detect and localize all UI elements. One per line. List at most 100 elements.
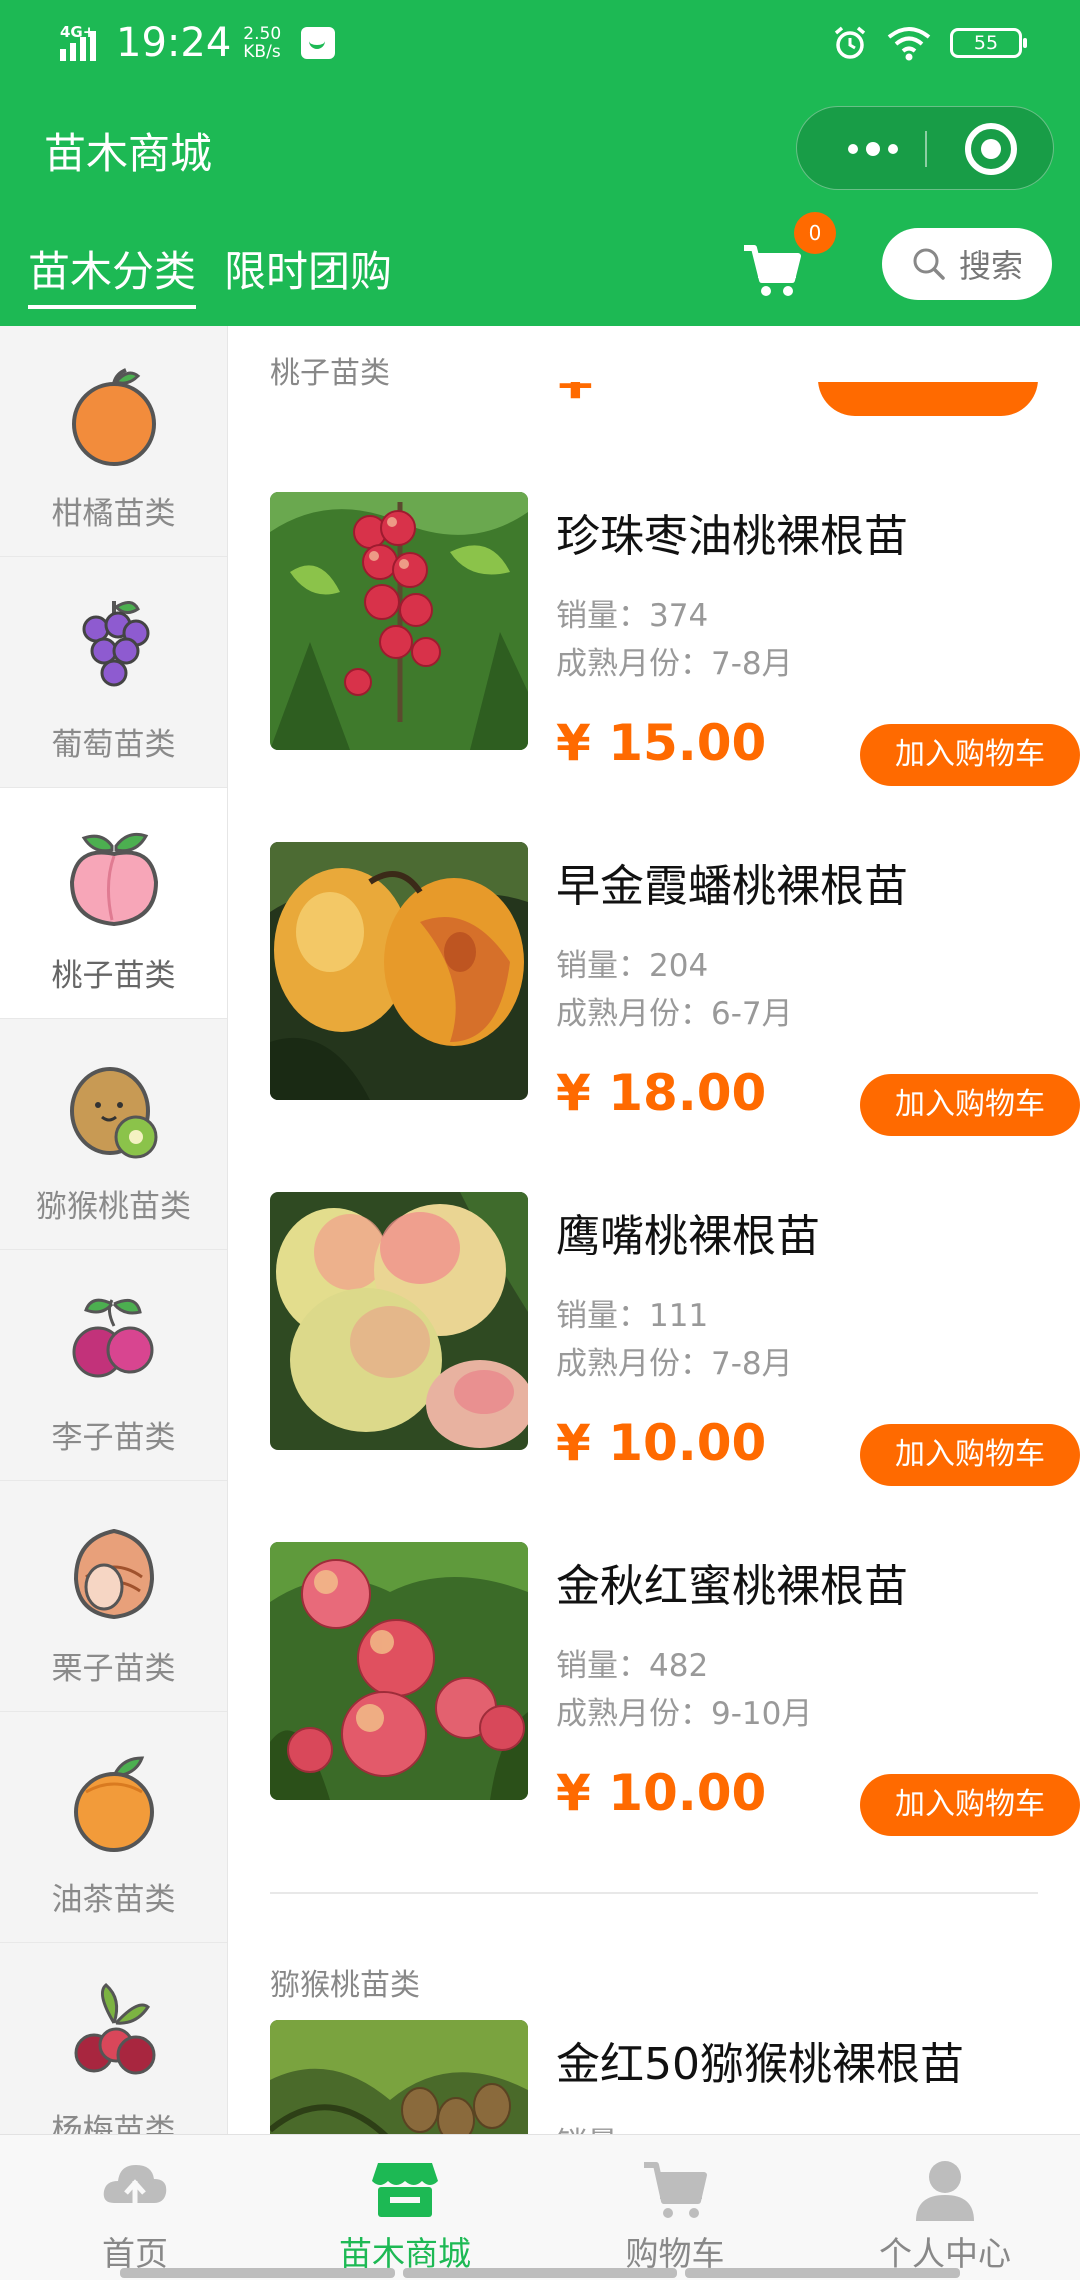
product-maturity: 成熟月份：6-7月	[556, 988, 793, 1033]
sales-label: 销量：	[556, 948, 649, 984]
product-name[interactable]: 金秋红蜜桃裸根苗	[556, 1550, 908, 1614]
partial-price: ¥	[558, 382, 593, 410]
sidebar-item-camellia[interactable]: 油茶苗类	[0, 1712, 227, 1943]
product-list: 桃子苗类 ¥ 珍珠枣油桃裸根苗 销量：374 成熟月份：7-8月 ¥ 15.	[228, 326, 1080, 2134]
shop-icon	[372, 2163, 438, 2217]
product-price: ¥ 10.00	[556, 1764, 767, 1822]
sidebar-item-kiwi[interactable]: 猕猴桃苗类	[0, 1019, 227, 1250]
sales-label: 销量：	[556, 598, 649, 634]
product-name[interactable]: 珍珠枣油桃裸根苗	[556, 500, 908, 564]
add-to-cart-button[interactable]: 加入购物车	[860, 1424, 1080, 1486]
page-title: 苗木商城	[44, 129, 213, 178]
sidebar-item-label: 猕猴桃苗类	[36, 1189, 191, 1225]
sales-value: 111	[649, 1298, 709, 1334]
alarm-icon	[834, 26, 866, 59]
maturity-value: 6-7月	[711, 996, 793, 1032]
sales-label: 销量：	[556, 1648, 649, 1684]
top-tabs: 苗木分类 限时团购	[28, 238, 392, 309]
maturity-label: 成熟月份：	[556, 1696, 711, 1732]
sidebar-item-bayberry[interactable]: 杨梅苗类	[0, 1943, 227, 2134]
product-image[interactable]	[270, 1192, 528, 1450]
app-header: 苗木商城 苗木分类 限时团购 0 搜索	[0, 88, 1080, 326]
user-icon	[916, 2161, 974, 2221]
close-target-icon[interactable]	[965, 123, 1017, 175]
product-card[interactable]: 鹰嘴桃裸根苗 销量：111 成熟月份：7-8月 ¥ 10.00 加入购物车	[270, 1192, 1080, 1492]
sales-label: 销量：	[556, 2126, 649, 2134]
product-price: ¥ 10.00	[556, 1414, 767, 1472]
search-label: 搜索	[958, 247, 1023, 285]
camellia-fruit-icon	[73, 1756, 154, 1852]
product-image[interactable]	[270, 842, 528, 1100]
product-name[interactable]: 早金霞蟠桃裸根苗	[556, 850, 908, 914]
grape-icon	[82, 601, 149, 687]
sales-value: 482	[649, 1648, 709, 1684]
sales-value: 374	[649, 598, 709, 634]
bottom-tab-bar: 首页 苗木商城 购物车 个人中心	[0, 2134, 1080, 2280]
sales-label: 销量：	[556, 1298, 649, 1334]
maturity-label: 成熟月份：	[556, 646, 711, 682]
product-image[interactable]	[270, 492, 528, 750]
message-icon	[301, 27, 336, 59]
orange-icon	[71, 368, 156, 466]
product-sales: 销量：204	[556, 940, 708, 985]
speed-unit: KB/s	[243, 42, 281, 62]
sidebar-item-chestnut[interactable]: 栗子苗类	[0, 1481, 227, 1712]
sidebar-item-label: 柑橘苗类	[51, 496, 176, 532]
home-icon	[103, 2165, 167, 2211]
plum-icon	[72, 1298, 153, 1378]
add-to-cart-button[interactable]: 加入购物车	[860, 1774, 1080, 1836]
status-bar: 4G+ 19:24 2.50 KB/s 55	[0, 0, 1080, 88]
product-maturity: 成熟月份：9-10月	[556, 1688, 812, 1733]
section-divider	[270, 1892, 1038, 1894]
search-button[interactable]: 搜索	[882, 228, 1052, 300]
product-sales: 销量：374	[556, 590, 708, 635]
cart-icon	[644, 2162, 707, 2218]
maturity-label: 成熟月份：	[556, 1346, 711, 1382]
sidebar-item-grape[interactable]: 葡萄苗类	[0, 557, 227, 788]
peach-icon	[69, 832, 158, 927]
cart-icon[interactable]	[740, 238, 804, 302]
product-image[interactable]	[270, 1542, 528, 1800]
product-price: ¥ 15.00	[556, 714, 767, 772]
gesture-bar	[120, 2268, 961, 2278]
product-card[interactable]: 珍珠枣油桃裸根苗 销量：374 成熟月份：7-8月 ¥ 15.00 加入购物车	[270, 492, 1080, 792]
sidebar-item-label: 栗子苗类	[51, 1651, 176, 1687]
bayberry-icon	[74, 1983, 155, 2075]
tab-profile[interactable]: 个人中心	[810, 2135, 1080, 2280]
add-to-cart-button[interactable]: 加入购物车	[860, 1074, 1080, 1136]
clock: 19:24	[116, 20, 232, 66]
sidebar-item-citrus[interactable]: 柑橘苗类	[0, 326, 227, 557]
cart-count-badge: 0	[794, 212, 836, 254]
speed-value: 2.50	[243, 24, 282, 44]
add-to-cart-button[interactable]: 加入购物车	[860, 724, 1080, 786]
sidebar-item-plum[interactable]: 李子苗类	[0, 1250, 227, 1481]
product-sales: 销量：	[556, 2118, 649, 2134]
network-speed: 2.50 KB/s	[243, 25, 289, 61]
sidebar-item-label: 油茶苗类	[51, 1882, 176, 1918]
product-card[interactable]: 金红50猕猴桃裸根苗 销量：	[270, 2020, 1050, 2134]
more-icon[interactable]	[823, 107, 923, 191]
mini-program-capsule	[796, 106, 1054, 190]
tab-nursery-category[interactable]: 苗木分类	[28, 238, 197, 309]
product-name[interactable]: 鹰嘴桃裸根苗	[556, 1200, 820, 1264]
sidebar-item-label: 桃子苗类	[51, 958, 176, 994]
wifi-icon	[887, 27, 931, 61]
partial-add-button[interactable]	[818, 382, 1038, 416]
partial-previous-product: ¥	[228, 382, 1080, 422]
tab-group-buy[interactable]: 限时团购	[224, 238, 392, 309]
tab-cart[interactable]: 购物车	[540, 2135, 810, 2280]
product-sales: 销量：482	[556, 1640, 708, 1685]
product-image[interactable]	[270, 2020, 528, 2134]
product-card[interactable]: 金秋红蜜桃裸根苗 销量：482 成熟月份：9-10月 ¥ 10.00 加入购物车	[270, 1542, 1080, 1842]
search-icon	[913, 248, 945, 280]
maturity-value: 7-8月	[711, 646, 793, 682]
signal-icon: 4G+	[58, 23, 106, 63]
product-name[interactable]: 金红50猕猴桃裸根苗	[556, 2028, 964, 2092]
sidebar-item-peach[interactable]: 桃子苗类	[0, 788, 227, 1019]
product-maturity: 成熟月份：7-8月	[556, 1338, 793, 1383]
tab-shop[interactable]: 苗木商城	[270, 2135, 540, 2280]
sales-value: 204	[649, 948, 709, 984]
product-card[interactable]: 早金霞蟠桃裸根苗 销量：204 成熟月份：6-7月 ¥ 18.00 加入购物车	[270, 842, 1080, 1142]
tab-home[interactable]: 首页	[0, 2135, 270, 2280]
maturity-value: 7-8月	[711, 1346, 793, 1382]
